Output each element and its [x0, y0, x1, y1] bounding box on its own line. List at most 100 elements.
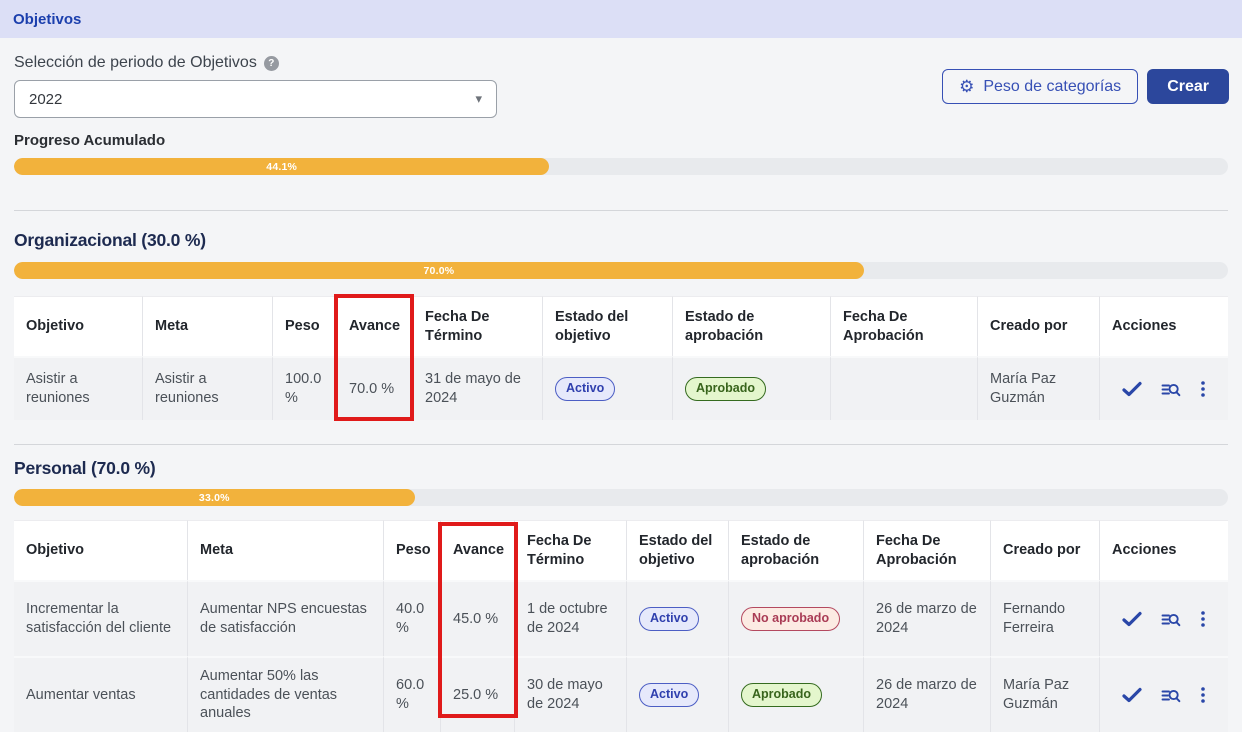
- page-title: Objetivos: [13, 11, 81, 28]
- cell-fecha-termino: 31 de mayo de 2024: [413, 356, 543, 420]
- cell-estado-aprobacion: Aprobado: [673, 356, 831, 420]
- table-header-row: Objetivo Meta Peso Avance Fecha De Térmi…: [14, 296, 1228, 356]
- cell-avance: 45.0 %: [441, 580, 515, 656]
- cell-creado-por: María Paz Guzmán: [978, 356, 1100, 420]
- cell-creado-por: Fernando Ferreira: [991, 580, 1100, 656]
- col-header-fecha-termino: Fecha De Término: [413, 296, 543, 356]
- view-details-search-icon[interactable]: [1161, 687, 1181, 704]
- accumulated-progress-label: Progreso Acumulado: [14, 132, 165, 149]
- table-row: Incrementar la satisfacción del cliente …: [14, 580, 1228, 656]
- section-divider: [14, 444, 1228, 445]
- status-badge: Activo: [555, 377, 615, 400]
- cell-objetivo: Incrementar la satisfacción del cliente: [14, 580, 188, 656]
- organizacional-progress-value: 70.0%: [424, 265, 455, 277]
- col-header-meta: Meta: [188, 520, 384, 580]
- cell-meta: Asistir a reuniones: [143, 356, 273, 420]
- gear-icon: ⚙: [959, 78, 974, 95]
- cell-meta: Aumentar 50% las cantidades de ventas an…: [188, 656, 384, 732]
- period-select-value: 2022: [29, 91, 62, 108]
- cell-avance: 70.0 %: [337, 356, 413, 420]
- col-header-avance: Avance: [441, 520, 515, 580]
- col-header-fecha-aprobacion: Fecha De Aprobación: [831, 296, 978, 356]
- create-label: Crear: [1167, 78, 1209, 96]
- view-details-search-icon[interactable]: [1161, 611, 1181, 628]
- accumulated-progress-fill: 44.1%: [14, 158, 549, 175]
- cell-fecha-aprobacion: [831, 356, 978, 420]
- approve-check-icon[interactable]: [1122, 381, 1142, 397]
- col-header-fecha-aprobacion: Fecha De Aprobación: [864, 520, 991, 580]
- col-header-creado-por: Creado por: [978, 296, 1100, 356]
- col-header-acciones: Acciones: [1100, 296, 1228, 356]
- cell-estado-aprobacion: Aprobado: [729, 656, 864, 732]
- category-weights-button[interactable]: ⚙ Peso de categorías: [942, 69, 1138, 104]
- col-header-fecha-termino: Fecha De Término: [515, 520, 627, 580]
- cell-fecha-termino: 1 de octubre de 2024: [515, 580, 627, 656]
- kebab-menu-icon[interactable]: [1200, 610, 1206, 628]
- view-details-search-icon[interactable]: [1161, 381, 1181, 398]
- cell-estado-objetivo: Activo: [627, 580, 729, 656]
- organizacional-progress-bar: 70.0%: [14, 262, 1228, 279]
- section-divider: [14, 210, 1228, 211]
- organizacional-progress-fill: 70.0%: [14, 262, 864, 279]
- personal-progress-fill: 33.0%: [14, 489, 415, 506]
- col-header-objetivo: Objetivo: [14, 520, 188, 580]
- cell-objetivo: Asistir a reuniones: [14, 356, 143, 420]
- table-row: Aumentar ventas Aumentar 50% las cantida…: [14, 656, 1228, 732]
- cell-creado-por: María Paz Guzmán: [991, 656, 1100, 732]
- col-header-peso: Peso: [384, 520, 441, 580]
- personal-progress-bar: 33.0%: [14, 489, 1228, 506]
- col-header-objetivo: Objetivo: [14, 296, 143, 356]
- period-label: Selección de periodo de Objetivos: [14, 54, 257, 72]
- personal-table: Objetivo Meta Peso Avance Fecha De Térmi…: [14, 520, 1228, 732]
- approve-check-icon[interactable]: [1122, 687, 1142, 703]
- page-header: Objetivos: [0, 0, 1242, 38]
- chevron-down-icon: ▾: [475, 91, 482, 107]
- col-header-estado-objetivo: Estado del objetivo: [627, 520, 729, 580]
- period-select[interactable]: 2022 ▾: [14, 80, 497, 118]
- accumulated-progress-bar: 44.1%: [14, 158, 1228, 175]
- accumulated-progress-value: 44.1%: [266, 161, 297, 173]
- col-header-estado-aprobacion: Estado de aprobación: [729, 520, 864, 580]
- col-header-creado-por: Creado por: [991, 520, 1100, 580]
- cell-acciones: [1100, 580, 1228, 656]
- section-title-personal: Personal (70.0 %): [14, 458, 156, 479]
- organizacional-table: Objetivo Meta Peso Avance Fecha De Térmi…: [14, 296, 1228, 420]
- cell-estado-objetivo: Activo: [627, 656, 729, 732]
- help-icon[interactable]: ?: [264, 56, 279, 71]
- table-row: Asistir a reuniones Asistir a reuniones …: [14, 356, 1228, 420]
- approval-badge: Aprobado: [685, 377, 766, 400]
- cell-peso: 100.0 %: [273, 356, 337, 420]
- toolbar: ⚙ Peso de categorías Crear: [942, 69, 1229, 104]
- approval-badge: No aprobado: [741, 607, 840, 630]
- cell-peso: 60.0 %: [384, 656, 441, 732]
- cell-fecha-termino: 30 de mayo de 2024: [515, 656, 627, 732]
- personal-progress-value: 33.0%: [199, 492, 230, 504]
- col-header-meta: Meta: [143, 296, 273, 356]
- approval-badge: Aprobado: [741, 683, 822, 706]
- cell-avance: 25.0 %: [441, 656, 515, 732]
- status-badge: Activo: [639, 607, 699, 630]
- create-button[interactable]: Crear: [1147, 69, 1229, 104]
- category-weights-label: Peso de categorías: [983, 78, 1121, 96]
- cell-objetivo: Aumentar ventas: [14, 656, 188, 732]
- cell-fecha-aprobacion: 26 de marzo de 2024: [864, 580, 991, 656]
- cell-meta: Aumentar NPS encuestas de satisfacción: [188, 580, 384, 656]
- table-header-row: Objetivo Meta Peso Avance Fecha De Térmi…: [14, 520, 1228, 580]
- col-header-peso: Peso: [273, 296, 337, 356]
- cell-estado-objetivo: Activo: [543, 356, 673, 420]
- col-header-acciones: Acciones: [1100, 520, 1228, 580]
- kebab-menu-icon[interactable]: [1200, 380, 1206, 398]
- period-label-row: Selección de periodo de Objetivos ?: [14, 54, 279, 72]
- cell-acciones: [1100, 656, 1228, 732]
- kebab-menu-icon[interactable]: [1200, 686, 1206, 704]
- cell-peso: 40.0 %: [384, 580, 441, 656]
- approve-check-icon[interactable]: [1122, 611, 1142, 627]
- col-header-avance: Avance: [337, 296, 413, 356]
- col-header-estado-aprobacion: Estado de aprobación: [673, 296, 831, 356]
- col-header-estado-objetivo: Estado del objetivo: [543, 296, 673, 356]
- cell-acciones: [1100, 356, 1228, 420]
- section-title-organizacional: Organizacional (30.0 %): [14, 230, 206, 251]
- cell-fecha-aprobacion: 26 de marzo de 2024: [864, 656, 991, 732]
- cell-estado-aprobacion: No aprobado: [729, 580, 864, 656]
- status-badge: Activo: [639, 683, 699, 706]
